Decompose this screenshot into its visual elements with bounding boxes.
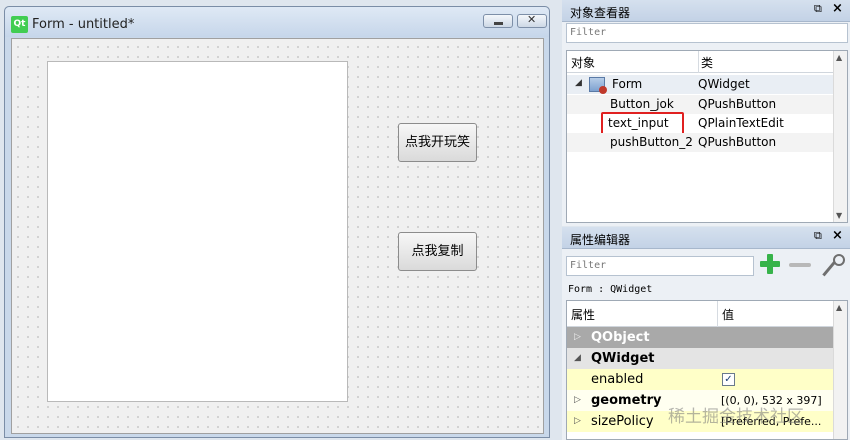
object-filter-input[interactable]: Filter [566, 23, 848, 43]
property-value[interactable]: [Preferred, Prefe... [721, 415, 821, 428]
object-name: pushButton_2 [610, 135, 693, 149]
expand-arrow-icon[interactable]: ◢ [575, 78, 582, 88]
property-row-size-policy[interactable]: ▷ sizePolicy [Preferred, Prefe... [567, 411, 833, 432]
property-name: QWidget [591, 351, 655, 366]
form-title: Form - untitled* [32, 17, 135, 32]
minimize-button[interactable] [483, 14, 513, 28]
object-class: QPlainTextEdit [698, 116, 784, 130]
column-property[interactable]: 属性 [571, 306, 595, 323]
object-inspector-title: 对象查看器 [570, 6, 631, 20]
expanded-arrow-icon[interactable]: ◢ [574, 353, 581, 363]
column-object[interactable]: 对象 [571, 54, 595, 71]
object-inspector-header: 对象查看器 ⧉ × [562, 0, 850, 22]
property-class-label: Form : QWidget [568, 284, 653, 295]
tree-row-form[interactable]: ◢ Form QWidget [567, 75, 833, 94]
remove-property-icon[interactable] [789, 263, 811, 267]
scroll-down-icon[interactable]: ▼ [836, 211, 842, 220]
property-editor-header: 属性编辑器 ⧉ × [562, 227, 850, 249]
column-value[interactable]: 值 [722, 306, 734, 323]
form-widget-icon [589, 77, 607, 94]
property-table: 属性 值 ▷ QObject ◢ QWidget enabled ✓ ▷ geo… [566, 300, 848, 440]
close-icon[interactable]: × [832, 1, 843, 16]
close-icon[interactable]: × [832, 228, 843, 243]
tree-row-text-input[interactable]: text_input QPlainTextEdit [567, 112, 833, 135]
enabled-checkbox[interactable]: ✓ [722, 373, 735, 386]
property-table-scrollbar[interactable]: ▲ [833, 301, 847, 439]
object-tree-header: 对象 类 [567, 51, 833, 73]
property-row-geometry[interactable]: ▷ geometry [(0, 0), 532 x 397] [567, 390, 833, 411]
configure-wrench-icon[interactable] [820, 254, 845, 277]
tree-row-push-button-2[interactable]: pushButton_2 QPushButton [567, 133, 833, 152]
form-canvas[interactable]: 点我开玩笑 点我复制 [11, 38, 544, 434]
object-name: Button_jok [610, 97, 674, 111]
float-icon[interactable]: ⧉ [814, 229, 822, 243]
object-inspector-panel: 对象查看器 ⧉ × Filter 对象 类 ◢ Form QWidget But… [562, 0, 850, 226]
qt-logo-icon: Qt [11, 16, 28, 33]
group-row-qwidget[interactable]: ◢ QWidget [567, 348, 833, 369]
property-value[interactable]: [(0, 0), 532 x 397] [721, 394, 822, 407]
property-row-enabled[interactable]: enabled ✓ [567, 369, 833, 390]
scroll-up-icon[interactable]: ▲ [836, 53, 842, 62]
collapsed-arrow-icon[interactable]: ▷ [574, 395, 581, 405]
collapsed-arrow-icon[interactable]: ▷ [574, 416, 581, 426]
text-input-widget[interactable] [47, 61, 348, 402]
property-name: enabled [591, 372, 644, 387]
object-tree: 对象 类 ◢ Form QWidget Button_jok QPushButt… [566, 50, 848, 223]
property-editor-panel: 属性编辑器 ⧉ × Filter Form : QWidget 属性 值 ▷ Q… [562, 227, 850, 440]
property-name: sizePolicy [591, 414, 654, 429]
column-class[interactable]: 类 [701, 54, 713, 71]
object-name: Form [612, 77, 643, 91]
copy-button[interactable]: 点我复制 [398, 232, 477, 271]
object-tree-scrollbar[interactable]: ▲ ▼ [833, 51, 847, 222]
collapsed-arrow-icon[interactable]: ▷ [574, 332, 581, 342]
property-name: geometry [591, 393, 662, 408]
object-class: QPushButton [698, 135, 777, 149]
group-row-qobject[interactable]: ▷ QObject [567, 327, 833, 348]
close-button[interactable] [517, 13, 547, 28]
property-name: QObject [591, 330, 650, 345]
column-divider [698, 51, 699, 73]
add-property-icon[interactable] [759, 253, 781, 275]
scroll-up-icon[interactable]: ▲ [836, 303, 842, 312]
object-class: QWidget [698, 77, 750, 91]
joke-button[interactable]: 点我开玩笑 [398, 123, 477, 162]
property-filter-input[interactable]: Filter [566, 256, 754, 276]
property-table-header: 属性 值 [567, 301, 833, 327]
object-name: text_input [608, 116, 669, 130]
property-editor-title: 属性编辑器 [570, 233, 631, 247]
object-class: QPushButton [698, 97, 777, 111]
column-divider [717, 301, 718, 327]
float-icon[interactable]: ⧉ [814, 2, 822, 16]
form-window: Qt Form - untitled* 点我开玩笑 点我复制 [4, 6, 550, 438]
form-titlebar[interactable]: Qt Form - untitled* [5, 7, 549, 37]
